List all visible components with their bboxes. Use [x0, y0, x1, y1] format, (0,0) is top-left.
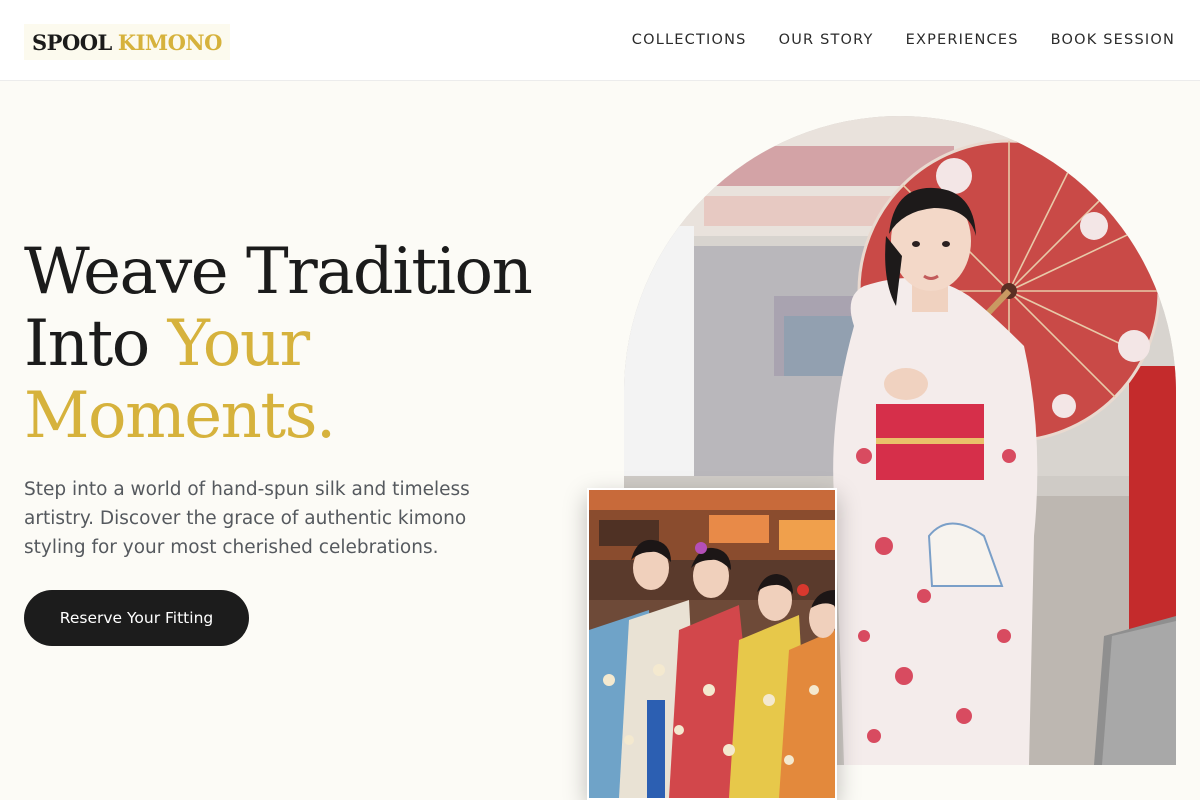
headline-line-1: Weave Tradition: [24, 235, 533, 309]
hero-headline: Weave Tradition Into Your Moments.: [24, 236, 604, 452]
nav-link-our-story[interactable]: OUR STORY: [779, 30, 874, 50]
nav-link-collections[interactable]: COLLECTIONS: [632, 30, 747, 50]
nav-link-book-session[interactable]: BOOK SESSION: [1051, 30, 1175, 50]
reserve-fitting-button[interactable]: Reserve Your Fitting: [24, 590, 249, 646]
main-nav: COLLECTIONS OUR STORY EXPERIENCES BOOK S…: [632, 30, 1175, 50]
hero-secondary-image: [587, 488, 837, 800]
hero-description: Step into a world of hand-spun silk and …: [24, 479, 470, 558]
headline-line-3: Moments.: [24, 379, 336, 453]
brand-name-accent: KIMONO: [117, 29, 223, 55]
brand-logo[interactable]: SPOOL KIMONO: [24, 24, 230, 60]
nav-link-experiences[interactable]: EXPERIENCES: [906, 30, 1019, 50]
headline-your: Your: [167, 307, 311, 381]
headline-line-2: Into Your: [24, 308, 604, 380]
headline-into: Into: [24, 307, 150, 381]
site-header: SPOOL KIMONO COLLECTIONS OUR STORY EXPER…: [0, 0, 1200, 81]
brand-name-primary: SPOOL: [32, 29, 112, 55]
